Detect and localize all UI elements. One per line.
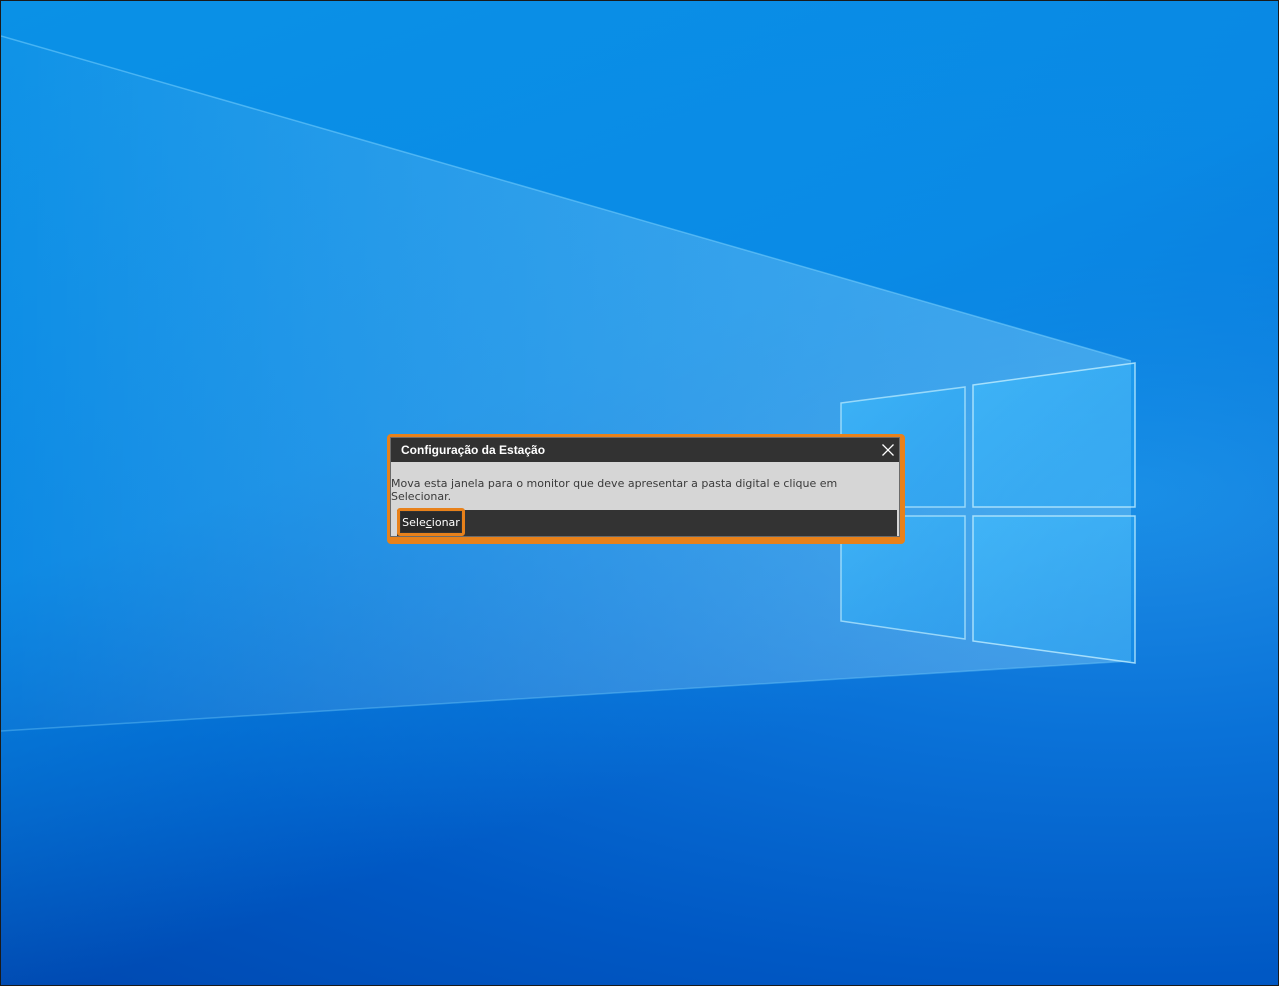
dialog-titlebar[interactable]: Configuração da Estação	[391, 438, 899, 462]
close-icon	[882, 444, 894, 456]
dialog-message: Mova esta janela para o monitor que deve…	[391, 477, 838, 503]
station-config-dialog: Configuração da Estação Mova esta janela…	[391, 438, 899, 536]
dialog-footer	[397, 510, 897, 536]
select-label-before: Sele	[402, 515, 426, 529]
close-button[interactable]	[877, 438, 899, 462]
select-button[interactable]: Sele c ionar	[401, 512, 461, 532]
dialog-title: Configuração da Estação	[401, 443, 546, 457]
desktop: Configuração da Estação Mova esta janela…	[0, 0, 1279, 986]
dialog-body: Mova esta janela para o monitor que deve…	[391, 462, 899, 510]
select-label-after: ionar	[431, 515, 460, 529]
